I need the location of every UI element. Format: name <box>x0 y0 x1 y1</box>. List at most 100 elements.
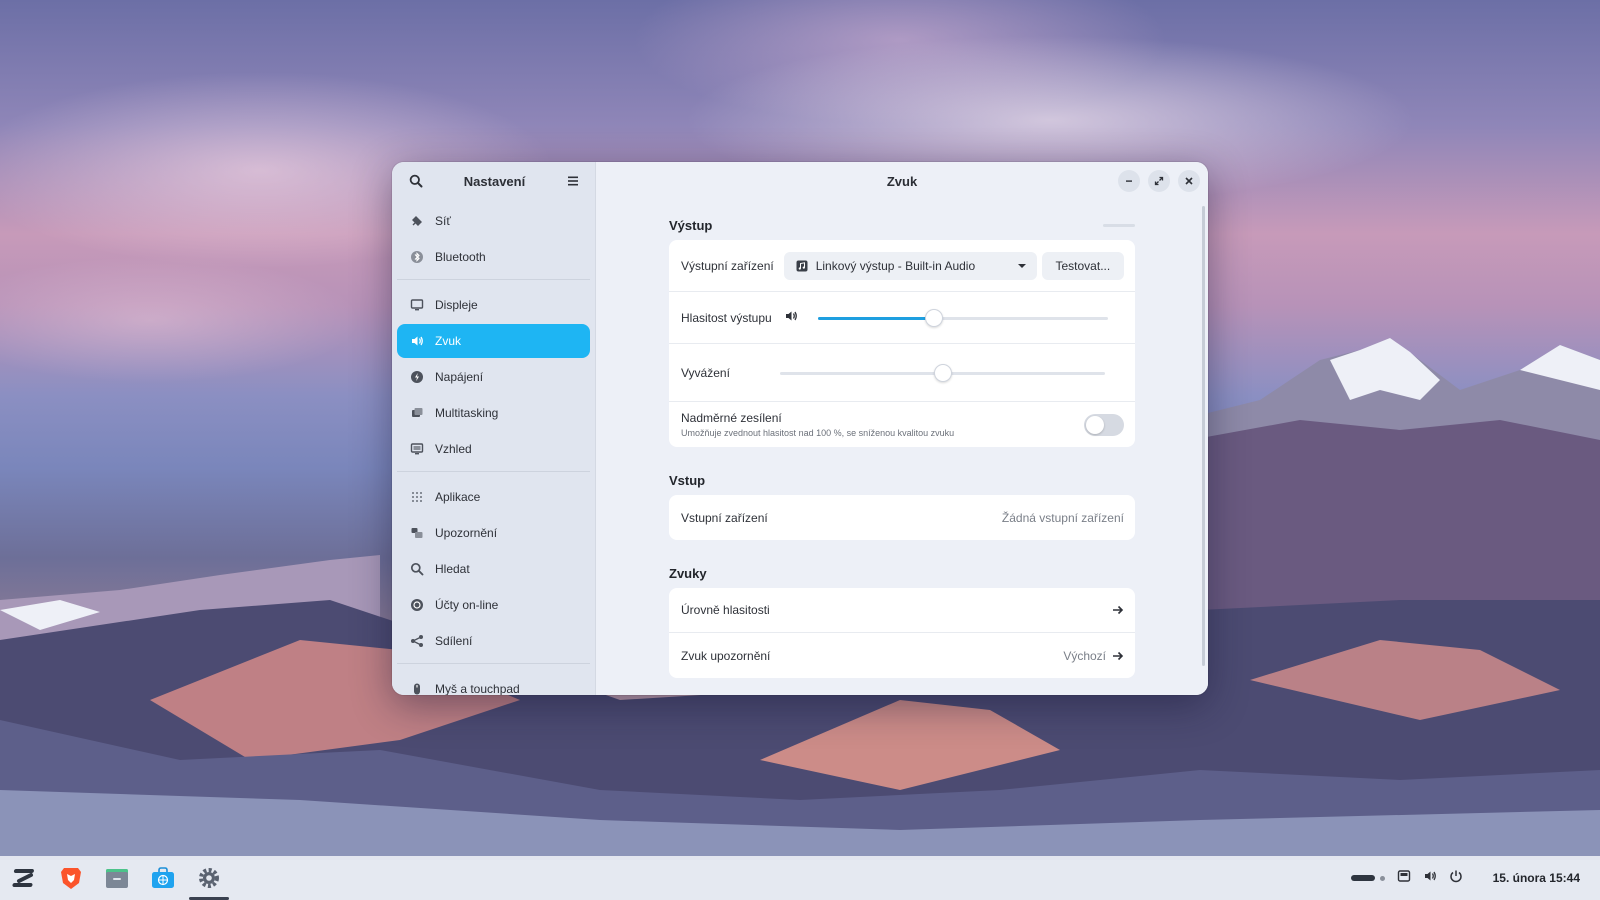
sidebar-item-search[interactable]: Hledat <box>397 552 590 586</box>
sounds-section-title: Zvuky <box>669 565 707 581</box>
brave-browser-icon <box>61 868 81 889</box>
balance-slider[interactable] <box>779 363 1105 383</box>
balance-label: Vyvážení <box>681 365 730 380</box>
close-button[interactable] <box>1178 170 1200 192</box>
share-icon <box>409 633 425 649</box>
taskbar-files[interactable] <box>94 856 140 900</box>
taskbar-clock[interactable]: 15. února 15:44 <box>1493 871 1580 885</box>
main-menu-button[interactable] <box>561 169 585 193</box>
display-icon <box>409 297 425 313</box>
sidebar-item-label: Aplikace <box>435 490 481 504</box>
maximize-icon <box>1154 176 1164 186</box>
sidebar-item-sound[interactable]: Zvuk <box>397 324 590 358</box>
sidebar-item-label: Účty on-line <box>435 598 499 612</box>
alert-sound-value-group: Výchozí <box>1063 649 1124 663</box>
files-icon <box>106 869 128 888</box>
sidebar-item-label: Vzhled <box>435 442 472 456</box>
taskbar-software-store[interactable] <box>140 856 186 900</box>
settings-window: Nastavení Síť Bluetooth Displeje Zvuk Na… <box>392 162 1208 695</box>
window-controls <box>1118 170 1200 192</box>
input-section-title: Vstup <box>669 472 706 488</box>
overamplification-label: Nadměrné zesílení <box>681 411 782 425</box>
minimize-icon <box>1126 180 1132 182</box>
taskbar-brave-browser[interactable] <box>48 856 94 900</box>
sidebar-item-power[interactable]: Napájení <box>397 360 590 394</box>
apps-grid-icon <box>409 489 425 505</box>
software-store-icon <box>152 867 174 888</box>
input-card: Vstupní zařízení Žádná vstupní zařízení <box>669 495 1135 540</box>
sidebar-item-network[interactable]: Síť <box>397 204 590 238</box>
overamplification-toggle[interactable] <box>1084 413 1124 436</box>
sidebar-item-sharing[interactable]: Sdílení <box>397 624 590 658</box>
content-scrollbar[interactable] <box>1202 206 1205 666</box>
sidebar-item-bluetooth[interactable]: Bluetooth <box>397 240 590 274</box>
input-section-header: Vstup <box>669 465 1135 495</box>
sidebar-item-label: Hledat <box>435 562 470 576</box>
sidebar-item-online-accounts[interactable]: Účty on-line <box>397 588 590 622</box>
slider-thumb[interactable] <box>924 308 943 327</box>
power-tray-icon[interactable] <box>1449 869 1463 888</box>
search-button[interactable] <box>404 169 428 193</box>
slider-thumb[interactable] <box>933 363 952 382</box>
alert-sound-label: Zvuk upozornění <box>681 648 771 663</box>
search-icon <box>409 174 423 188</box>
volume-levels-label: Úrovně hlasitosti <box>681 603 770 617</box>
sidebar-item-mouse-touchpad[interactable]: Myš a touchpad <box>397 672 590 695</box>
sidebar-item-applications[interactable]: Aplikace <box>397 480 590 514</box>
output-card: Výstupní zařízení Linkový výstup - Built… <box>669 240 1135 447</box>
main-header: Zvuk <box>596 162 1208 200</box>
sidebar-list: Síť Bluetooth Displeje Zvuk Napájení Mul… <box>392 200 595 695</box>
alert-sound-row[interactable]: Zvuk upozornění Výchozí <box>669 633 1135 678</box>
taskbar-zorin-menu[interactable] <box>2 856 48 900</box>
sidebar-item-label: Zvuk <box>435 334 462 348</box>
workspace-dot-icon <box>1379 875 1385 881</box>
sidebar-item-notifications[interactable]: Upozornění <box>397 516 590 550</box>
section-divider <box>1103 223 1135 227</box>
sidebar-separator <box>397 663 590 664</box>
bluetooth-icon <box>409 249 425 265</box>
input-device-label: Vstupní zařízení <box>681 510 768 525</box>
appearance-icon <box>409 441 425 457</box>
sidebar-item-multitasking[interactable]: Multitasking <box>397 396 590 430</box>
sidebar-item-displays[interactable]: Displeje <box>397 288 590 322</box>
sidebar-item-label: Upozornění <box>435 526 498 540</box>
sidebar-item-label: Myš a touchpad <box>435 682 520 695</box>
sidebar-item-appearance[interactable]: Vzhled <box>397 432 590 466</box>
toggle-knob <box>1086 415 1104 434</box>
sidebar: Nastavení Síť Bluetooth Displeje Zvuk Na… <box>392 162 596 695</box>
power-icon <box>409 369 425 385</box>
volume-levels-row[interactable]: Úrovně hlasitosti <box>669 588 1135 633</box>
maximize-button[interactable] <box>1148 170 1170 192</box>
mouse-icon <box>409 681 425 695</box>
taskbar-settings[interactable] <box>186 856 232 900</box>
online-accounts-icon <box>409 597 425 613</box>
alert-sound-value: Výchozí <box>1063 648 1106 663</box>
sidebar-separator <box>397 471 590 472</box>
notifications-icon <box>409 525 425 541</box>
sidebar-item-label: Multitasking <box>435 406 499 420</box>
balance-row: Vyvážení <box>669 344 1135 402</box>
page-title: Zvuk <box>886 173 918 189</box>
sidebar-title: Nastavení <box>463 173 526 189</box>
volume-tray-icon[interactable] <box>1423 869 1437 888</box>
volume-speaker-icon[interactable] <box>784 309 798 326</box>
sidebar-item-label: Bluetooth <box>435 250 486 264</box>
audio-device-icon <box>796 260 808 271</box>
taskbar: 15. února 15:44 <box>0 856 1600 900</box>
output-section-title: Výstup <box>669 217 713 233</box>
sidebar-item-label: Sdílení <box>435 634 473 648</box>
sidebar-item-label: Síť <box>435 214 451 228</box>
chevron-down-icon <box>1017 263 1026 268</box>
input-device-value: Žádná vstupní zařízení <box>1001 510 1124 525</box>
workspace-indicator[interactable] <box>1350 875 1385 881</box>
search-icon <box>409 561 425 577</box>
output-volume-slider[interactable] <box>817 308 1108 328</box>
output-device-dropdown[interactable]: Linkový výstup - Built-in Audio <box>783 251 1037 280</box>
system-tray: 15. února 15:44 <box>1350 856 1580 900</box>
network-tray-icon[interactable] <box>1397 869 1411 888</box>
minimize-button[interactable] <box>1118 170 1140 192</box>
test-output-button[interactable]: Testovat... <box>1041 251 1124 280</box>
output-device-value: Linkový výstup - Built-in Audio <box>815 258 976 273</box>
output-section-header: Výstup <box>669 210 1135 240</box>
close-icon <box>1185 177 1193 185</box>
